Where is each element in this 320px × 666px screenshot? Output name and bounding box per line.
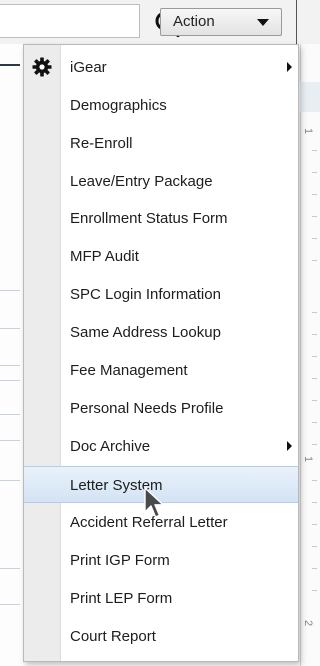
menu-item-print-igp-form[interactable]: Print IGP Form <box>24 542 298 579</box>
menu-item-igear[interactable]: iGear <box>24 49 298 86</box>
menu-item-label: Fee Management <box>70 362 188 379</box>
ruler-tick <box>312 378 317 379</box>
menu-item-label: iGear <box>70 59 107 76</box>
menu-item-same-address-lookup[interactable]: Same Address Lookup <box>24 314 298 351</box>
menu-item-doc-archive[interactable]: Doc Archive <box>24 428 298 465</box>
menu-item-print-lep-form[interactable]: Print LEP Form <box>24 580 298 617</box>
background-row-divider <box>0 568 20 569</box>
ruler-label: 1 <box>302 456 314 463</box>
ruler-tick <box>312 502 317 503</box>
menu-item-enrollment-status-form[interactable]: Enrollment Status Form <box>24 200 298 237</box>
menu-item-label: Personal Needs Profile <box>70 400 224 417</box>
ruler-tick <box>312 590 317 591</box>
ruler-tick <box>312 172 317 173</box>
menu-item-label: SPC Login Information <box>70 286 221 303</box>
menu-item-label: Enrollment Status Form <box>70 210 228 227</box>
menu-item-label: MFP Audit <box>70 248 139 265</box>
background-row-divider <box>0 414 20 415</box>
menu-item-re-enroll[interactable]: Re-Enroll <box>24 125 298 162</box>
background-row-divider <box>0 440 20 441</box>
ruler-tick <box>312 546 317 547</box>
gear-icon <box>32 57 52 77</box>
background-row-divider <box>0 365 20 366</box>
menu-item-label: Print LEP Form <box>70 590 173 607</box>
menu-item-fee-management[interactable]: Fee Management <box>24 352 298 389</box>
ruler-tick <box>312 312 317 313</box>
mouse-cursor-icon <box>144 487 164 518</box>
chevron-right-icon <box>287 441 292 451</box>
background-row-divider <box>0 604 20 605</box>
ruler-tick <box>312 422 317 423</box>
ruler-label: 1 <box>302 128 314 135</box>
ruler-tick <box>312 444 317 445</box>
menu-item-personal-needs-profile[interactable]: Personal Needs Profile <box>24 390 298 427</box>
ruler-tick <box>312 480 317 481</box>
ruler-tick <box>312 260 317 261</box>
toolbar-divider <box>296 0 297 44</box>
menu-item-demographics[interactable]: Demographics <box>24 87 298 124</box>
menu-item-mfp-audit[interactable]: MFP Audit <box>24 238 298 275</box>
menu-item-court-report[interactable]: Court Report <box>24 618 298 655</box>
ruler-label: 2 <box>302 620 314 627</box>
ruler-tick <box>312 238 317 239</box>
background-row-divider <box>0 380 20 381</box>
ruler-tick <box>312 216 317 217</box>
menu-item-label: Demographics <box>70 97 167 114</box>
background-row-divider <box>0 328 20 329</box>
ruler-tick <box>312 150 317 151</box>
background-column-header <box>300 82 320 112</box>
menu-item-label: Print IGP Form <box>70 552 170 569</box>
background-ruler-panel <box>300 44 320 666</box>
ruler-tick <box>312 334 317 335</box>
ruler-tick <box>312 356 317 357</box>
background-row-divider <box>0 64 20 66</box>
action-dropdown[interactable]: Action <box>160 8 282 36</box>
ruler-tick <box>312 194 317 195</box>
ruler-tick <box>312 400 317 401</box>
menu-item-leave-entry-package[interactable]: Leave/Entry Package <box>24 163 298 200</box>
menu-item-label: Doc Archive <box>70 438 151 455</box>
menu-item-spc-login-information[interactable]: SPC Login Information <box>24 276 298 313</box>
ruler-tick <box>312 524 317 525</box>
menu-item-label: Leave/Entry Package <box>70 173 213 190</box>
menu-item-label: Same Address Lookup <box>70 324 221 341</box>
background-row-divider <box>0 290 20 291</box>
ruler-tick <box>312 568 317 569</box>
action-dropdown-label: Action <box>173 13 215 30</box>
menu-item-label: Re-Enroll <box>70 135 133 152</box>
background-list-panel <box>0 44 20 666</box>
action-menu: iGear Demographics Re-Enroll Leave/Entry… <box>23 44 299 662</box>
chevron-down-icon <box>257 19 269 26</box>
search-input[interactable] <box>0 4 140 38</box>
chevron-right-icon <box>287 62 292 72</box>
menu-item-label: Court Report <box>70 628 156 645</box>
background-row-divider <box>0 480 20 481</box>
